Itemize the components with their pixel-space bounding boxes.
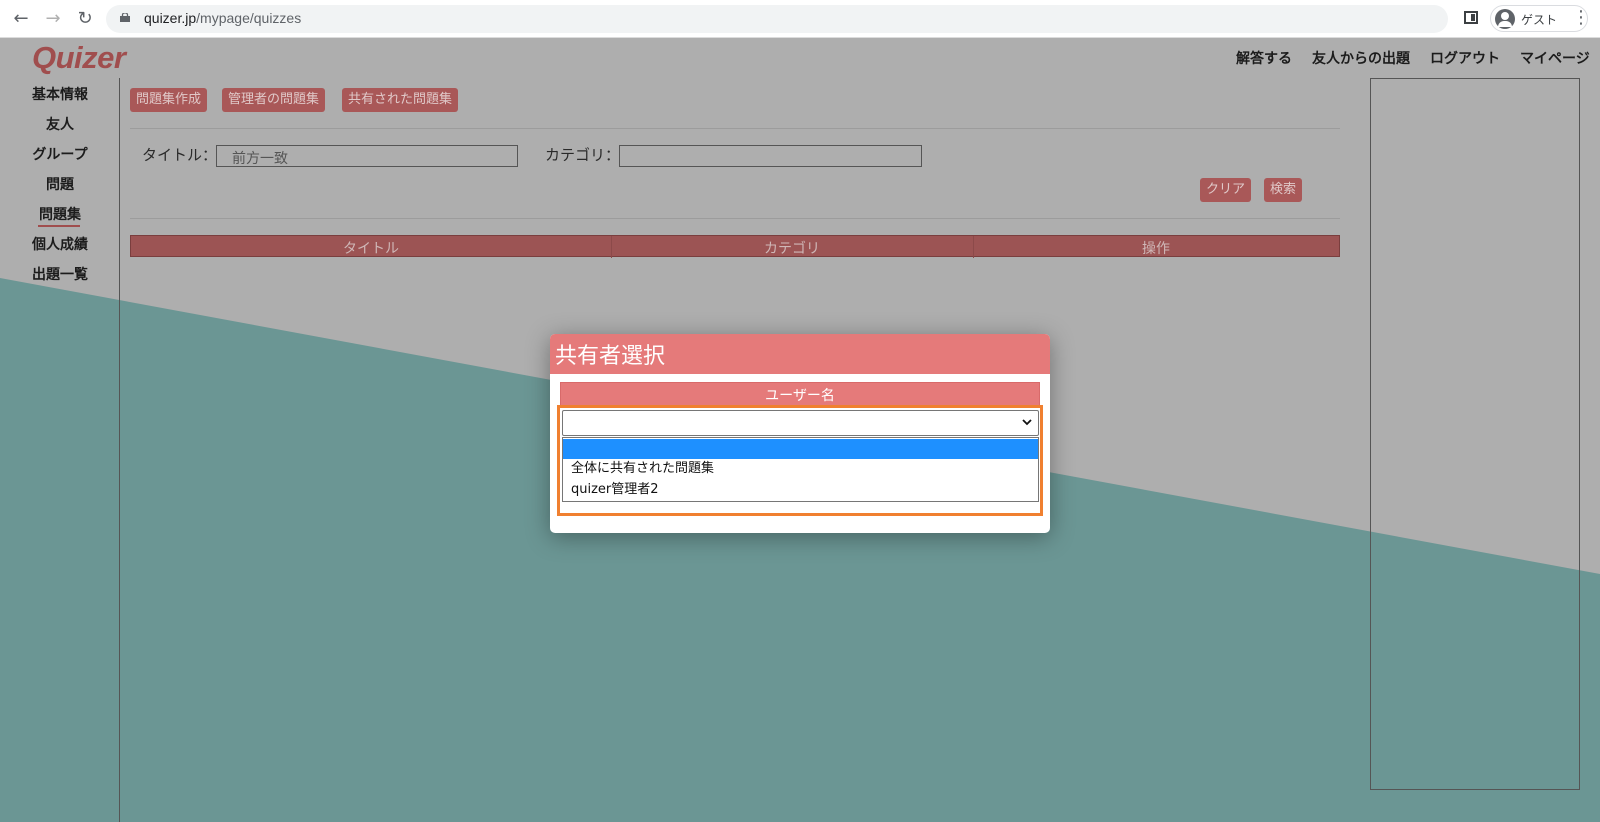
url-text: quizer.jp/mypage/quizzes bbox=[144, 10, 302, 26]
title-input-placeholder: 前方一致 bbox=[232, 151, 288, 167]
nav-mypage[interactable]: マイページ bbox=[1520, 48, 1590, 68]
create-quiz-set-button[interactable]: 問題集作成 bbox=[130, 88, 208, 112]
sidebar-item-questions[interactable]: 問題 bbox=[0, 174, 120, 194]
title-label: タイトル： bbox=[142, 146, 218, 164]
right-panel bbox=[1370, 78, 1580, 790]
profile-label: ゲスト bbox=[1521, 13, 1558, 27]
column-category: カテゴリ bbox=[764, 241, 820, 257]
table-header: タイトル カテゴリ 操作 bbox=[130, 235, 1340, 258]
divider bbox=[130, 128, 1340, 129]
search-button[interactable]: 検索 bbox=[1264, 178, 1303, 202]
back-arrow-icon[interactable]: ← bbox=[10, 8, 32, 30]
sidebar-item-friends[interactable]: 友人 bbox=[0, 114, 120, 134]
side-panel-icon[interactable] bbox=[1464, 11, 1478, 24]
category-input[interactable] bbox=[619, 145, 922, 167]
dropdown-option-blank[interactable] bbox=[563, 439, 1038, 459]
forward-arrow-icon[interactable]: → bbox=[42, 8, 64, 30]
username-column-label: ユーザー名 bbox=[765, 388, 835, 404]
user-select-dropdown: 全体に共有された問題集 quizer管理者2 bbox=[562, 437, 1039, 502]
category-label: カテゴリ： bbox=[545, 146, 621, 164]
column-actions: 操作 bbox=[1142, 241, 1170, 257]
admin-quiz-sets-button[interactable]: 管理者の問題集 bbox=[222, 88, 326, 112]
share-user-modal: 共有者選択 ユーザー名 全体に共有された問題集 quizer管理者2 bbox=[550, 334, 1050, 533]
title-input[interactable]: 前方一致 bbox=[216, 145, 518, 167]
modal-header: 共有者選択 bbox=[550, 334, 1050, 374]
username-column-header: ユーザー名 bbox=[560, 382, 1040, 406]
sidebar-item-groups[interactable]: グループ bbox=[0, 144, 120, 164]
sidebar-divider bbox=[119, 78, 120, 822]
nav-from-friends[interactable]: 友人からの出題 bbox=[1312, 48, 1410, 68]
more-menu-icon[interactable]: ⋮ bbox=[1572, 9, 1590, 27]
site-logo[interactable]: Quizer bbox=[32, 40, 126, 76]
nav-answer[interactable]: 解答する bbox=[1236, 48, 1292, 68]
active-indicator bbox=[38, 225, 80, 227]
address-bar[interactable]: quizer.jp/mypage/quizzes bbox=[106, 5, 1448, 33]
clear-button[interactable]: クリア bbox=[1200, 178, 1252, 202]
avatar-icon bbox=[1495, 9, 1515, 29]
column-title: タイトル bbox=[343, 241, 399, 257]
sidebar-item-question-list[interactable]: 出題一覧 bbox=[0, 264, 120, 284]
dropdown-option-admin2[interactable]: quizer管理者2 bbox=[563, 480, 1038, 500]
browser-toolbar: ← → ↻ quizer.jp/mypage/quizzes ゲスト ⋮ bbox=[0, 0, 1600, 38]
dropdown-option-all-shared[interactable]: 全体に共有された問題集 bbox=[563, 459, 1038, 479]
reload-icon[interactable]: ↻ bbox=[74, 8, 96, 30]
sidebar-item-quiz-sets[interactable]: 問題集 bbox=[0, 204, 120, 224]
sidebar-item-personal-results[interactable]: 個人成績 bbox=[0, 234, 120, 254]
nav-logout[interactable]: ログアウト bbox=[1430, 48, 1500, 68]
chevron-down-icon bbox=[1022, 419, 1032, 426]
shared-quiz-sets-button[interactable]: 共有された問題集 bbox=[342, 88, 459, 112]
divider bbox=[130, 218, 1340, 219]
sidebar-item-basic-info[interactable]: 基本情報 bbox=[0, 84, 120, 104]
modal-title: 共有者選択 bbox=[555, 344, 666, 369]
lock-icon bbox=[120, 13, 130, 22]
user-select[interactable] bbox=[562, 410, 1039, 436]
